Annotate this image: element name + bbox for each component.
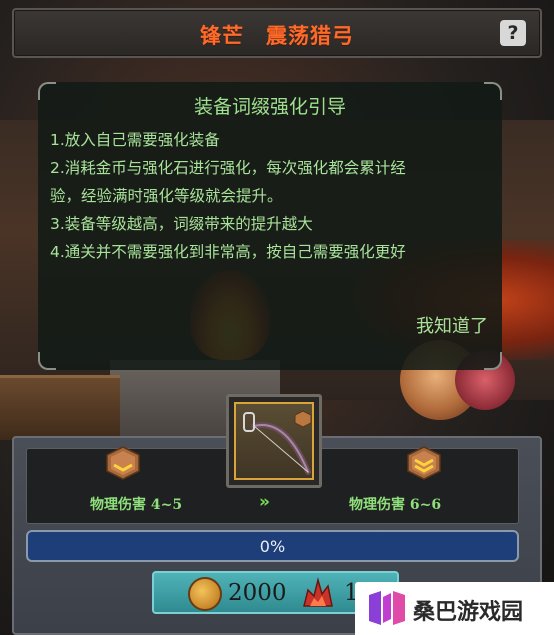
title-bar: 锋芒 震荡猎弓 ? xyxy=(12,8,542,58)
enhance-guide-dialog: 装备词缀强化引导 1.放入自己需要强化装备 2.消耗金币与强化石进行强化，每次强… xyxy=(38,82,502,370)
next-level-gem-icon xyxy=(407,446,441,480)
dialog-corner-bottom-left xyxy=(38,352,56,370)
guide-line: 4.通关并不需要强化到非常高，按自己需要强化更好 xyxy=(50,243,406,261)
guide-line: 2.消耗金币与强化石进行强化，每次强化都会累计经 xyxy=(50,159,406,177)
experience-progress-bar: 0% xyxy=(26,530,519,562)
guide-line: 3.装备等级越高，词缀带来的提升越大 xyxy=(50,215,313,233)
item-title: 锋芒 震荡猎弓 xyxy=(200,23,354,48)
gold-coin-icon xyxy=(188,577,222,611)
item-gem-icon xyxy=(294,410,312,428)
upgrade-arrow-icon: » xyxy=(259,492,270,512)
next-stat: 物理伤害 6~6 xyxy=(349,497,442,513)
current-stat: 物理伤害 4~5 xyxy=(90,497,183,513)
site-watermark: 桑巴游戏园 xyxy=(355,582,554,635)
guide-title: 装备词缀强化引导 xyxy=(193,96,346,118)
guide-line: 验，经验满时强化等级就会提升。 xyxy=(50,187,283,205)
progress-label: 0% xyxy=(259,537,286,556)
wooden-crate xyxy=(0,375,120,440)
confirm-button[interactable]: 我知道了 xyxy=(416,312,488,338)
equipment-slot[interactable] xyxy=(226,394,322,488)
guide-steps: 1.放入自己需要强化装备 2.消耗金币与强化石进行强化，每次强化都会累计经 验，… xyxy=(50,126,490,266)
guide-line: 1.放入自己需要强化装备 xyxy=(50,131,220,149)
gold-cost: 2000 xyxy=(228,580,287,606)
current-level-gem-icon xyxy=(106,446,140,480)
question-mark-icon[interactable]: ? xyxy=(500,20,526,46)
watermark-text: 桑巴游戏园 xyxy=(413,600,524,625)
enhance-stone-icon xyxy=(303,577,333,607)
equipment-slot-frame xyxy=(234,402,314,480)
lock-icon xyxy=(243,412,255,432)
watermark-logo-icon xyxy=(369,591,405,625)
